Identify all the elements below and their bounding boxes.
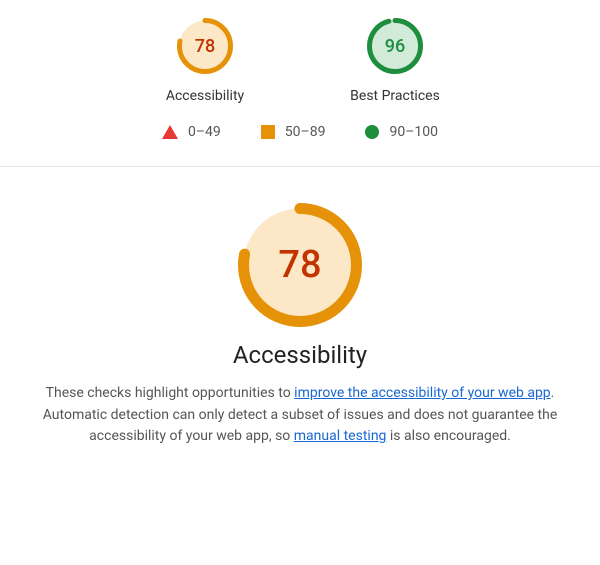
gauge-donut-icon: 78: [177, 18, 233, 74]
gauge-best-practices[interactable]: 96 Best Practices: [335, 18, 455, 104]
legend-item: 50–89: [261, 124, 326, 140]
legend-item: 90–100: [365, 124, 438, 140]
desc-text: is also encouraged.: [386, 428, 510, 444]
legend-range: 90–100: [389, 124, 438, 140]
detail-section: 78 Accessibility These checks highlight …: [0, 167, 600, 456]
detail-description: These checks highlight opportunities to …: [40, 383, 560, 448]
score-legend: 0–49 50–89 90–100: [0, 114, 600, 154]
gauge-label: Accessibility: [166, 88, 244, 104]
triangle-icon: [162, 125, 178, 139]
square-icon: [261, 125, 275, 139]
manual-testing-link[interactable]: manual testing: [294, 428, 387, 444]
improve-accessibility-link[interactable]: improve the accessibility of your web ap…: [294, 385, 551, 401]
gauge-donut-icon: 96: [367, 18, 423, 74]
legend-range: 0–49: [188, 124, 221, 140]
circle-icon: [365, 125, 379, 139]
detail-heading: Accessibility: [40, 341, 560, 369]
gauge-label: Best Practices: [350, 88, 440, 104]
gauge-accessibility[interactable]: 78 Accessibility: [145, 18, 265, 104]
detail-gauge-donut-icon: 78: [238, 203, 362, 327]
legend-range: 50–89: [285, 124, 326, 140]
summary-gauges: 78 Accessibility 96 Best Practices: [0, 18, 600, 104]
legend-item: 0–49: [162, 124, 221, 140]
desc-text: These checks highlight opportunities to: [46, 385, 295, 401]
summary-section: 78 Accessibility 96 Best Practices 0–49 50–8…: [0, 0, 600, 166]
detail-gauge-container: 78: [40, 203, 560, 331]
